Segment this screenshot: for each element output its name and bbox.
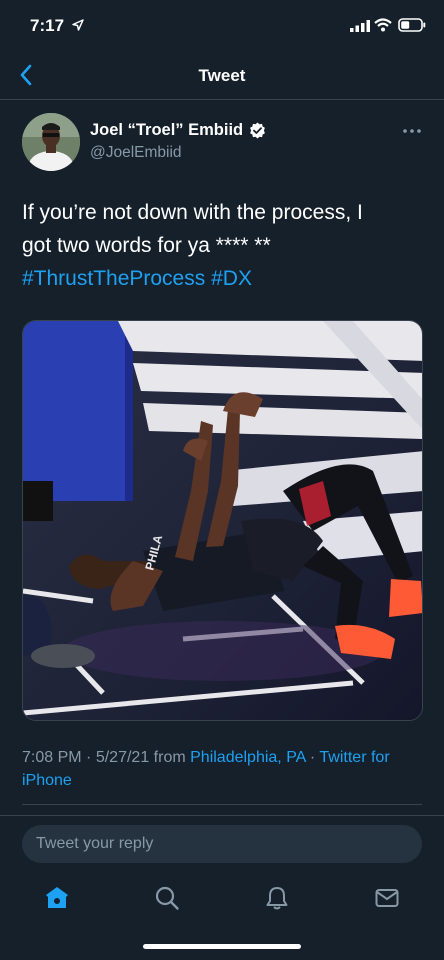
separator: · xyxy=(86,749,92,766)
more-options-icon[interactable] xyxy=(400,124,424,138)
tab-search[interactable] xyxy=(152,883,182,913)
tab-messages[interactable] xyxy=(372,883,402,913)
avatar-image xyxy=(22,113,80,171)
home-indicator xyxy=(143,944,301,949)
status-bar: 7:17 xyxy=(0,0,444,50)
source-link[interactable]: Twitter for xyxy=(319,749,389,766)
source-link-continued[interactable]: iPhone xyxy=(22,772,72,789)
tweet-metadata: 7:08 PM · 5/27/21 from Philadelphia, PA … xyxy=(22,746,426,792)
avatar[interactable] xyxy=(22,113,80,171)
basketball-photo: PHILA xyxy=(23,321,422,720)
location-arrow-icon xyxy=(72,19,84,31)
tweet-text: If you’re not down with the process, I g… xyxy=(22,196,422,295)
home-icon xyxy=(46,887,68,908)
status-time: 7:17 xyxy=(30,16,65,35)
author-handle[interactable]: @JoelEmbiid xyxy=(90,144,182,162)
tweet-date: 5/27/21 xyxy=(95,749,150,766)
tweet-text-line-1: If you’re not down with the process, I xyxy=(22,201,363,224)
notifications-icon xyxy=(266,887,288,910)
from-label: from xyxy=(153,749,186,766)
cellular-signal-icon xyxy=(350,20,370,32)
reply-input[interactable]: Tweet your reply xyxy=(22,825,422,863)
author-name-row[interactable]: Joel “Troel” Embiid xyxy=(90,121,266,140)
page-title: Tweet xyxy=(198,66,246,85)
tweet-media-image[interactable]: PHILA xyxy=(22,320,423,721)
reply-bar: Tweet your reply xyxy=(0,815,444,875)
tweet-hashtags: #ThrustTheProcess #DX xyxy=(22,262,422,295)
divider xyxy=(22,804,422,805)
search-icon xyxy=(155,886,179,910)
tweet-time: 7:08 PM xyxy=(22,749,82,766)
verified-badge-icon xyxy=(250,122,266,139)
location-link[interactable]: Philadelphia, PA xyxy=(190,749,305,766)
wifi-icon xyxy=(374,18,392,32)
tab-notifications[interactable] xyxy=(262,883,292,913)
display-name: Joel “Troel” Embiid xyxy=(90,121,244,139)
nav-bar: Tweet xyxy=(0,50,444,100)
tab-home[interactable] xyxy=(42,883,72,913)
battery-icon xyxy=(398,18,426,32)
tab-bar xyxy=(0,875,444,921)
hashtag-link[interactable]: #ThrustTheProcess xyxy=(22,267,205,290)
hashtag-link[interactable]: #DX xyxy=(211,267,252,290)
tweet-text-line-2: got two words for ya **** ** xyxy=(22,234,271,257)
messages-icon xyxy=(375,889,399,907)
separator: · xyxy=(309,749,316,766)
screen: 7:17 Tweet Joel “Troel” Embiid @JoelEmbi… xyxy=(0,0,444,960)
